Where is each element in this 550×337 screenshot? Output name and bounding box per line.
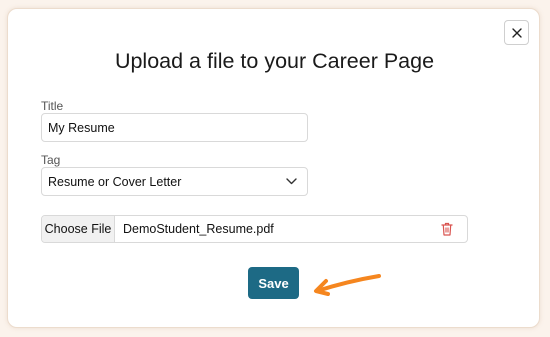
delete-file-button[interactable] — [427, 216, 467, 242]
file-name: DemoStudent_Resume.pdf — [123, 222, 274, 236]
close-button[interactable] — [504, 20, 529, 45]
title-input[interactable]: My Resume — [41, 113, 308, 142]
arrow-left-icon — [314, 274, 381, 296]
tag-label: Tag — [41, 153, 61, 167]
title-input-value: My Resume — [48, 120, 115, 135]
chevron-down-icon — [286, 178, 297, 185]
tag-select[interactable]: Resume or Cover Letter — [41, 167, 308, 196]
tag-select-value: Resume or Cover Letter — [48, 174, 182, 189]
title-label: Title — [41, 99, 64, 113]
dialog-title: Upload a file to your Career Page — [114, 49, 435, 73]
trash-icon — [441, 222, 453, 236]
choose-file-button[interactable]: Choose File — [42, 216, 115, 242]
save-button[interactable]: Save — [248, 267, 299, 299]
close-icon — [511, 27, 522, 38]
file-input: Choose File DemoStudent_Resume.pdf — [41, 215, 468, 243]
upload-dialog: Upload a file to your Career Page Title … — [7, 8, 540, 328]
